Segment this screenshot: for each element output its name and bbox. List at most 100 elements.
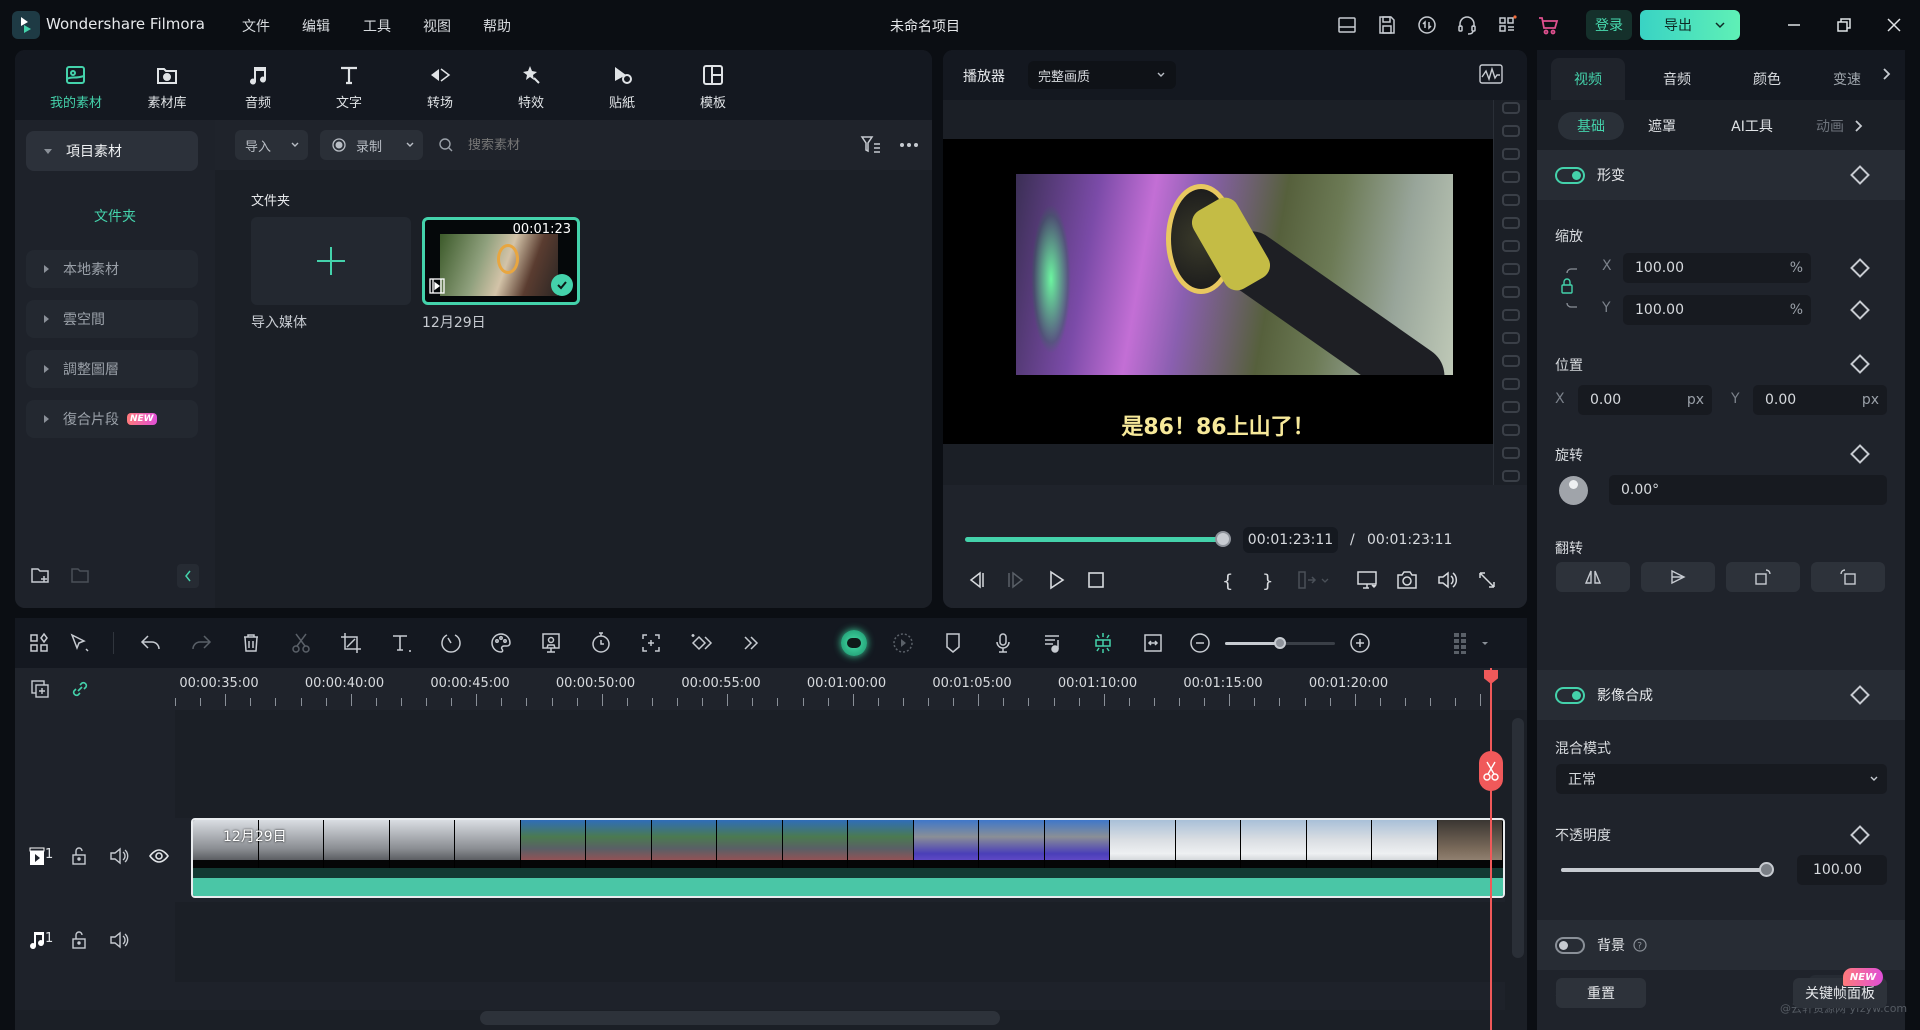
restore-icon[interactable] [1832,13,1856,37]
scale-lock-icon[interactable] [1559,263,1587,313]
visibility-track-icon[interactable] [148,845,170,867]
tab-speed[interactable]: 变速 [1817,58,1877,100]
mark-in-icon[interactable]: { [1215,568,1239,592]
tab-my-media[interactable]: 我的素材 [36,60,116,111]
delete-icon[interactable] [239,631,263,655]
link-icon[interactable] [69,678,91,700]
ai-assistant-icon[interactable] [841,630,867,656]
reset-button[interactable]: 重置 [1556,978,1646,1008]
subtab-animation[interactable]: 动画 [1815,112,1845,140]
chevron-right-icon[interactable] [1853,118,1863,134]
save-icon[interactable] [1376,14,1398,36]
render-preview-icon[interactable] [891,631,915,655]
flip-vertical-button[interactable] [1641,562,1715,592]
speed-icon[interactable] [439,631,463,655]
transform-toggle[interactable] [1555,166,1585,184]
blend-mode-dropdown[interactable]: 正常 [1556,764,1887,794]
sidebar-item-local-media[interactable]: 本地素材 [26,250,198,288]
marker-icon[interactable] [941,631,965,655]
subtab-mask[interactable]: 遮罩 [1637,112,1687,140]
select-tool-icon[interactable] [67,631,91,655]
cart-icon[interactable] [1537,14,1559,36]
keyframe-icon[interactable] [1850,300,1870,320]
more-tools-icon[interactable] [739,631,763,655]
mute-track-icon[interactable] [108,845,130,867]
insert-clip-icon[interactable] [1295,568,1319,592]
delete-folder-icon[interactable] [69,564,91,586]
mark-out-icon[interactable]: } [1255,568,1279,592]
scope-icon[interactable] [1479,63,1503,85]
scale-y-field[interactable]: 100.00 % [1623,295,1811,325]
subtab-basic[interactable]: 基础 [1558,112,1624,140]
tab-video[interactable]: 视频 [1551,58,1625,100]
color-palette-icon[interactable] [489,631,513,655]
export-button[interactable]: 导出 [1640,10,1740,40]
progress-handle[interactable] [1215,531,1231,547]
more-icon[interactable] [897,133,921,157]
playhead-split-button[interactable] [1479,751,1503,791]
search-input[interactable] [468,137,668,153]
timeline-video-clip[interactable]: 12月29日 [191,818,1505,898]
sidebar-item-compound-clip[interactable]: 復合片段 NEW [26,400,198,438]
tab-audio-props[interactable]: 音频 [1640,58,1714,100]
opacity-handle[interactable] [1759,862,1774,877]
opacity-slider[interactable] [1561,862,1774,877]
undo-icon[interactable] [139,631,163,655]
rotate-cw-button[interactable] [1726,562,1800,592]
split-icon[interactable] [289,631,313,655]
timeline-ruler[interactable]: 00:00:35:00 00:00:40:00 00:00:45:00 00:00:5… [15,668,1527,710]
headset-icon[interactable] [1456,14,1478,36]
cloud-upload-icon[interactable] [1416,14,1438,36]
mute-track-icon[interactable] [108,929,130,951]
add-track-icon[interactable] [29,678,51,700]
sidebar-folder[interactable]: 文件夹 [15,206,215,226]
keyframe-icon[interactable] [1850,258,1870,278]
auto-reframe-icon[interactable] [639,631,663,655]
quality-dropdown[interactable]: 完整画质 [1028,61,1176,89]
record-dropdown[interactable]: 录制 [320,130,423,160]
zoom-in-icon[interactable] [1348,631,1372,655]
tab-audio[interactable]: 音频 [218,60,298,111]
scale-x-field[interactable]: 100.00 % [1623,253,1811,283]
position-x-field[interactable]: 0.00 px [1578,385,1712,415]
green-screen-icon[interactable] [539,631,563,655]
sidebar-item-adjustment-layer[interactable]: 調整圖層 [26,350,198,388]
text-tool-icon[interactable] [389,631,413,655]
timeline-vertical-scrollbar[interactable] [1512,718,1524,958]
opacity-field[interactable]: 100.00 [1797,855,1887,885]
stop-icon[interactable] [1084,568,1108,592]
help-icon[interactable]: ? [1633,938,1647,952]
flip-horizontal-button[interactable] [1556,562,1630,592]
fit-timeline-icon[interactable] [1141,631,1165,655]
tab-template[interactable]: 模板 [673,60,753,111]
import-dropdown[interactable]: 导入 [235,130,308,160]
zoom-out-icon[interactable] [1188,631,1212,655]
rotate-ccw-button[interactable] [1811,562,1885,592]
timeline-horizontal-scrollbar[interactable] [480,1011,1000,1025]
position-y-field[interactable]: 0.00 px [1753,385,1887,415]
tab-effects[interactable]: 特效 [491,60,571,111]
chevron-right-icon[interactable] [1881,66,1891,82]
track-layout-dropdown-icon[interactable] [1479,631,1491,655]
timer-icon[interactable] [589,631,613,655]
sidebar-item-project-media[interactable]: 項目素材 [26,131,198,171]
next-frame-icon[interactable] [1004,568,1028,592]
playhead[interactable] [1490,668,1492,1030]
chevron-down-icon[interactable] [1714,16,1726,34]
snap-icon[interactable] [1091,631,1115,655]
tab-sticker[interactable]: 贴紙 [582,60,662,111]
layout-grid-icon[interactable] [27,631,51,655]
snapshot-icon[interactable] [1395,568,1419,592]
display-settings-icon[interactable] [1355,568,1379,592]
volume-icon[interactable] [1435,568,1459,592]
filter-icon[interactable] [859,133,883,157]
timeline-zoom-slider[interactable] [1225,637,1335,649]
keyframe-tool-icon[interactable] [689,631,713,655]
tab-transition[interactable]: 转场 [400,60,480,111]
fullscreen-icon[interactable] [1475,568,1499,592]
rotation-field[interactable]: 0.00° [1609,475,1887,505]
sidebar-item-cloud[interactable]: 雲空間 [26,300,198,338]
close-icon[interactable] [1882,13,1906,37]
tab-color[interactable]: 颜色 [1730,58,1804,100]
compositing-toggle[interactable] [1555,686,1585,704]
